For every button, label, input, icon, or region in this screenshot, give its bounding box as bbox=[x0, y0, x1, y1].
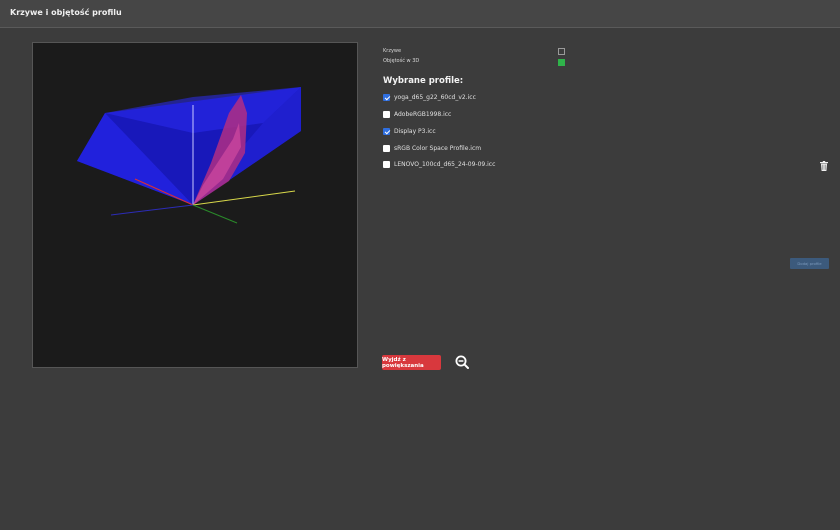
profile-checkbox[interactable] bbox=[383, 111, 390, 118]
profile-checkbox[interactable] bbox=[383, 94, 390, 101]
profile-item[interactable]: Display P3.icc bbox=[383, 127, 436, 136]
option-curves-checkbox[interactable] bbox=[558, 48, 565, 55]
trash-icon[interactable] bbox=[820, 161, 828, 171]
profile-label: AdobeRGB1998.icc bbox=[394, 111, 452, 118]
profile-label: sRGB Color Space Profile.icm bbox=[394, 145, 482, 152]
axis-x-negative bbox=[110, 204, 194, 216]
profile-checkbox[interactable] bbox=[383, 145, 390, 152]
profile-label: Display P3.icc bbox=[394, 128, 436, 135]
profile-label: yoga_d65_g22_60cd_v2.icc bbox=[394, 94, 476, 101]
profile-checkbox[interactable] bbox=[383, 161, 390, 168]
option-curves-label: Krzywe bbox=[383, 48, 402, 54]
profile-item[interactable]: LENOVO_100cd_d65_24-09-09.icc bbox=[383, 160, 495, 169]
exit-zoom-button[interactable]: Wyjdź z powiększania bbox=[382, 355, 441, 370]
profile-checkbox[interactable] bbox=[383, 128, 390, 135]
profile-label: LENOVO_100cd_d65_24-09-09.icc bbox=[394, 161, 496, 168]
3d-viewport[interactable] bbox=[32, 42, 358, 368]
gamut-volume-canvas[interactable] bbox=[33, 43, 357, 367]
axis-z bbox=[192, 204, 238, 224]
zoom-out-icon[interactable] bbox=[455, 355, 469, 369]
add-profile-button[interactable]: Dodaj profile bbox=[790, 258, 829, 269]
option-volume-3d-checkbox[interactable] bbox=[558, 59, 565, 66]
option-volume-3d-label: Objętość w 3D bbox=[383, 58, 420, 64]
profile-item[interactable]: AdobeRGB1998.icc bbox=[383, 110, 451, 119]
profile-item[interactable]: sRGB Color Space Profile.icm bbox=[383, 144, 481, 153]
profile-item[interactable]: yoga_d65_g22_60cd_v2.icc bbox=[383, 93, 476, 102]
selected-profiles-heading: Wybrane profile: bbox=[383, 76, 464, 86]
window-title: Krzywe i objętość profilu bbox=[10, 8, 122, 17]
window-titlebar: Krzywe i objętość profilu bbox=[0, 0, 840, 28]
